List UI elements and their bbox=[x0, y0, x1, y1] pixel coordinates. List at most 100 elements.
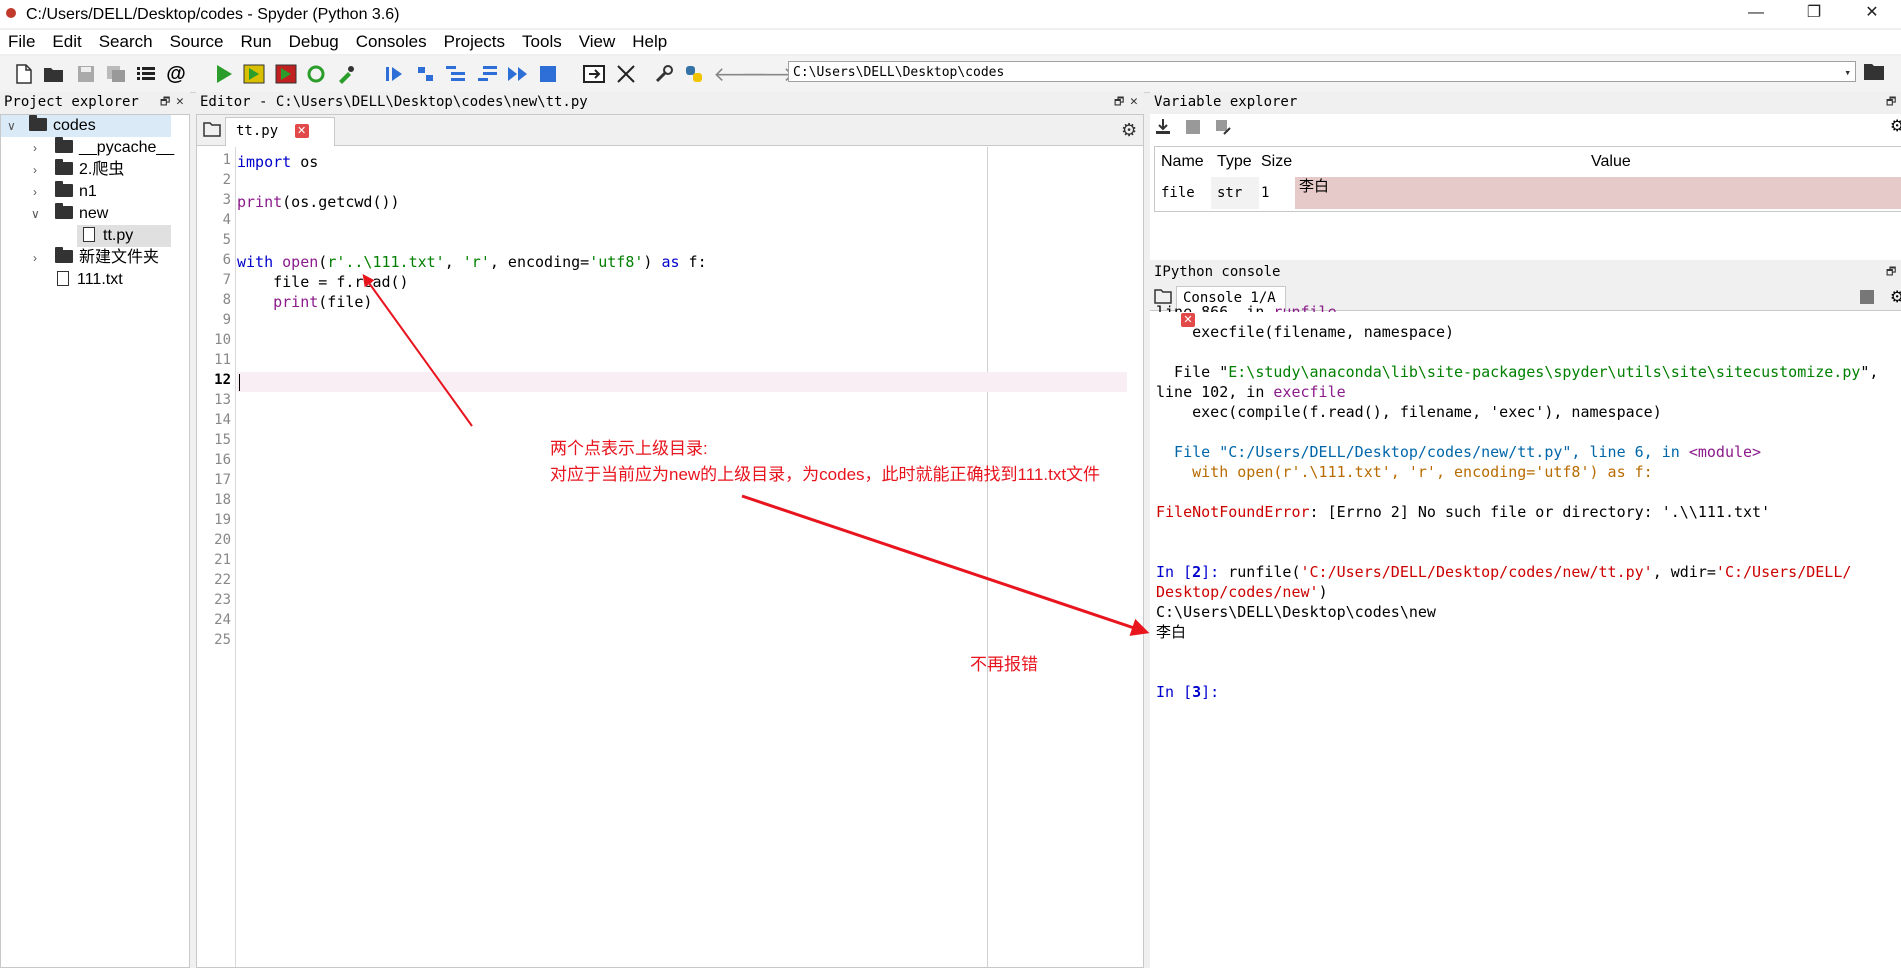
import-data-icon[interactable] bbox=[1154, 118, 1172, 141]
stop-kernel-icon[interactable] bbox=[1860, 290, 1874, 304]
undock-icon[interactable]: 🗗 bbox=[1886, 92, 1896, 112]
minimize-button[interactable]: — bbox=[1727, 0, 1785, 28]
gear-icon[interactable]: ⚙ bbox=[1121, 120, 1137, 141]
list-icon[interactable] bbox=[134, 62, 158, 86]
chevron-right-icon[interactable]: › bbox=[33, 181, 45, 203]
chevron-down-icon[interactable]: ▾ bbox=[1844, 62, 1851, 83]
step-return-icon[interactable] bbox=[476, 62, 500, 86]
tree-item-new[interactable]: ∨ new bbox=[1, 203, 171, 225]
run-icon[interactable] bbox=[212, 62, 236, 86]
chevron-right-icon[interactable]: › bbox=[33, 247, 45, 269]
fullscreen-icon[interactable] bbox=[614, 62, 638, 86]
console-line: line 102, in execfile bbox=[1156, 383, 1346, 401]
console-input-3[interactable]: In [3]: bbox=[1156, 682, 1219, 702]
line-number: 3 bbox=[222, 192, 231, 208]
run-cell-advance-icon[interactable] bbox=[274, 62, 298, 86]
at-icon[interactable]: @ bbox=[164, 62, 188, 86]
gear-icon[interactable]: ⚙ bbox=[1890, 287, 1901, 307]
line-number: 22 bbox=[214, 572, 231, 588]
close-button[interactable]: ✕ bbox=[1843, 0, 1901, 28]
editor-pane: tt.py ✕ ⚙ 1 2 3 4 5 6 7 8 9 10 11 12 13 … bbox=[196, 114, 1144, 968]
rerun-icon[interactable] bbox=[304, 62, 328, 86]
tree-item-111-txt[interactable]: 111.txt bbox=[1, 269, 171, 291]
tree-item-spider[interactable]: › 2.爬虫 bbox=[1, 159, 171, 181]
line-number: 17 bbox=[214, 472, 231, 488]
variable-explorer-title-bar: Variable explorer 🗗 bbox=[1150, 92, 1901, 112]
tree-item-label: 新建文件夹 bbox=[79, 249, 160, 266]
folder-icon bbox=[55, 137, 73, 153]
menu-view[interactable]: View bbox=[571, 30, 625, 54]
stop-debug-icon[interactable] bbox=[536, 62, 560, 86]
menu-file[interactable]: File bbox=[0, 30, 44, 54]
chevron-down-icon[interactable]: ∨ bbox=[31, 203, 43, 225]
tree-item-codes[interactable]: ∨ codes bbox=[1, 115, 171, 137]
chevron-right-icon[interactable]: › bbox=[33, 137, 45, 159]
save-all-icon[interactable] bbox=[104, 62, 128, 86]
new-file-icon[interactable] bbox=[12, 62, 36, 86]
tree-item-tt-py[interactable]: tt.py bbox=[77, 225, 171, 247]
variable-explorer-pane: ⚙ Name Type Size Value file str 1 李白 bbox=[1150, 114, 1901, 260]
code-line-1: import os bbox=[237, 153, 319, 171]
maximize-button[interactable]: ❐ bbox=[1785, 0, 1843, 28]
menu-projects[interactable]: Projects bbox=[436, 30, 514, 54]
maximize-pane-icon[interactable] bbox=[582, 62, 606, 86]
project-explorer-title-bar: Project explorer 🗗 ✕ bbox=[0, 92, 190, 112]
line-number: 19 bbox=[214, 512, 231, 528]
column-header-name[interactable]: Name bbox=[1161, 147, 1204, 175]
column-header-size[interactable]: Size bbox=[1261, 147, 1292, 175]
run-cell-icon[interactable] bbox=[242, 62, 266, 86]
python-path-icon[interactable] bbox=[682, 62, 706, 86]
table-row[interactable]: file str 1 李白 bbox=[1155, 177, 1901, 209]
annotation-note-line2: 对应于当前应为new的上级目录，为codes，此时就能正确找到111.txt文件 bbox=[550, 465, 1101, 484]
step-into-icon[interactable] bbox=[444, 62, 468, 86]
menu-help[interactable]: Help bbox=[624, 30, 676, 54]
tab-tt-py[interactable]: tt.py ✕ bbox=[225, 117, 335, 146]
run-config-icon[interactable] bbox=[334, 62, 358, 86]
tree-item-n1[interactable]: › n1 bbox=[1, 181, 171, 203]
chevron-right-icon[interactable]: › bbox=[33, 159, 45, 181]
folder-icon bbox=[55, 181, 73, 197]
ipython-console-pane[interactable]: Console 1/A ✕ ⚙ line 866, in runfile exe… bbox=[1150, 284, 1901, 968]
browse-directory-icon[interactable] bbox=[1862, 60, 1890, 84]
tree-item-pycache[interactable]: › __pycache__ bbox=[1, 137, 175, 159]
console-line: exec(compile(f.read(), filename, 'exec')… bbox=[1156, 403, 1662, 421]
forward-arrow-icon[interactable]: 🡒 bbox=[741, 62, 795, 86]
column-header-type[interactable]: Type bbox=[1217, 147, 1252, 175]
line-number: 18 bbox=[214, 492, 231, 508]
code-area[interactable]: import os print(os.getcwd()) with open(r… bbox=[237, 147, 1143, 967]
step-icon[interactable] bbox=[414, 62, 438, 86]
preferences-wrench-icon[interactable] bbox=[652, 62, 676, 86]
cell-value: 李白 bbox=[1295, 177, 1901, 209]
menu-edit[interactable]: Edit bbox=[44, 30, 90, 54]
undock-icon[interactable]: 🗗 bbox=[160, 92, 170, 112]
menu-source[interactable]: Source bbox=[162, 30, 233, 54]
line-number: 2 bbox=[222, 172, 231, 188]
menu-tools[interactable]: Tools bbox=[514, 30, 571, 54]
open-folder-icon[interactable] bbox=[42, 62, 66, 86]
tree-item-label: __pycache__ bbox=[79, 139, 175, 156]
edge-line bbox=[987, 147, 988, 967]
close-pane-icon[interactable]: ✕ bbox=[176, 92, 184, 112]
column-header-value[interactable]: Value bbox=[1591, 147, 1631, 175]
browse-tabs-icon[interactable] bbox=[203, 121, 221, 142]
save-data-icon[interactable] bbox=[1184, 118, 1202, 141]
menu-consoles[interactable]: Consoles bbox=[348, 30, 436, 54]
debug-icon[interactable] bbox=[382, 62, 406, 86]
close-tab-icon[interactable]: ✕ bbox=[294, 124, 309, 138]
save-icon[interactable] bbox=[74, 62, 98, 86]
undock-icon[interactable]: 🗗 bbox=[1886, 262, 1896, 282]
save-data-as-icon[interactable] bbox=[1214, 118, 1232, 141]
working-directory-input[interactable]: C:\Users\DELL\Desktop\codes ▾ bbox=[788, 61, 1856, 82]
chevron-down-icon[interactable]: ∨ bbox=[7, 115, 19, 137]
line-number: 1 bbox=[222, 152, 231, 168]
folder-icon bbox=[55, 159, 73, 175]
tree-item-new-folder[interactable]: › 新建文件夹 bbox=[1, 247, 171, 269]
menu-run[interactable]: Run bbox=[232, 30, 280, 54]
continue-icon[interactable] bbox=[506, 62, 530, 86]
menu-search[interactable]: Search bbox=[91, 30, 162, 54]
console-line-error: FileNotFoundError: [Errno 2] No such fil… bbox=[1156, 503, 1771, 521]
gear-icon[interactable]: ⚙ bbox=[1890, 116, 1901, 136]
undock-icon[interactable]: 🗗 bbox=[1114, 92, 1124, 112]
menu-debug[interactable]: Debug bbox=[281, 30, 348, 54]
close-pane-icon[interactable]: ✕ bbox=[1130, 92, 1138, 112]
